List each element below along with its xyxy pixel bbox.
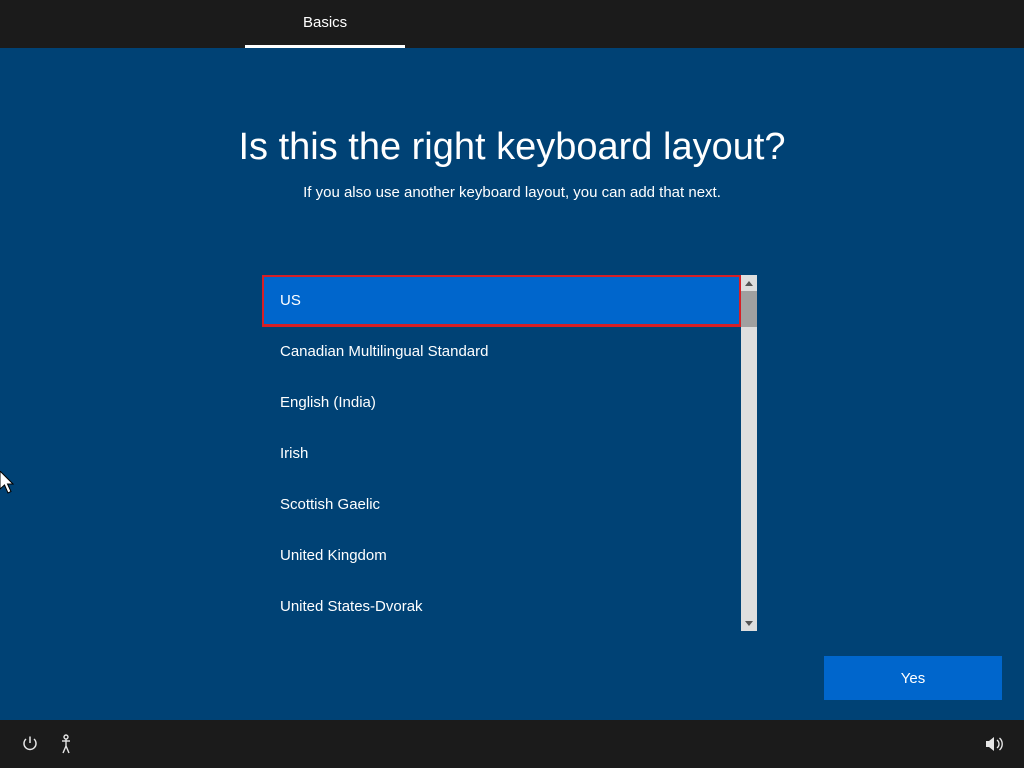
layout-option-irish[interactable]: Irish [262, 428, 741, 479]
scroll-down-button[interactable] [741, 615, 757, 631]
layout-option-canadian-multilingual[interactable]: Canadian Multilingual Standard [262, 326, 741, 377]
page-title: Is this the right keyboard layout? [0, 126, 1024, 169]
tab-label: Basics [303, 14, 347, 31]
layout-option-us[interactable]: US [262, 275, 741, 326]
layout-option-label: United States-Dvorak [280, 598, 423, 615]
scroll-up-button[interactable] [741, 275, 757, 291]
chevron-up-icon [745, 281, 753, 286]
scrollbar[interactable] [741, 275, 757, 631]
keyboard-layout-list: US Canadian Multilingual Standard Englis… [262, 275, 757, 631]
layout-list-body: US Canadian Multilingual Standard Englis… [262, 275, 741, 631]
volume-icon [984, 735, 1004, 753]
layout-option-english-india[interactable]: English (India) [262, 377, 741, 428]
layout-option-label: United Kingdom [280, 547, 387, 564]
power-icon [21, 735, 39, 753]
volume-button[interactable] [976, 726, 1012, 762]
tab-basics[interactable]: Basics [245, 0, 405, 48]
yes-button-label: Yes [901, 670, 925, 687]
layout-option-label: US [280, 292, 301, 309]
accessibility-icon [57, 734, 75, 754]
layout-option-label: Irish [280, 445, 308, 462]
ease-of-access-button[interactable] [48, 726, 84, 762]
page-subtitle: If you also use another keyboard layout,… [0, 184, 1024, 201]
layout-option-scottish-gaelic[interactable]: Scottish Gaelic [262, 479, 741, 530]
layout-option-label: Scottish Gaelic [280, 496, 380, 513]
layout-option-label: English (India) [280, 394, 376, 411]
layout-option-us-dvorak[interactable]: United States-Dvorak [262, 581, 741, 631]
chevron-down-icon [745, 621, 753, 626]
yes-button[interactable]: Yes [824, 656, 1002, 700]
top-tab-bar: Basics [0, 0, 1024, 48]
oobe-taskbar [0, 720, 1024, 768]
power-button[interactable] [12, 726, 48, 762]
layout-option-united-kingdom[interactable]: United Kingdom [262, 530, 741, 581]
scroll-thumb[interactable] [741, 291, 757, 327]
layout-option-label: Canadian Multilingual Standard [280, 343, 488, 360]
setup-stage: Is this the right keyboard layout? If yo… [0, 48, 1024, 720]
